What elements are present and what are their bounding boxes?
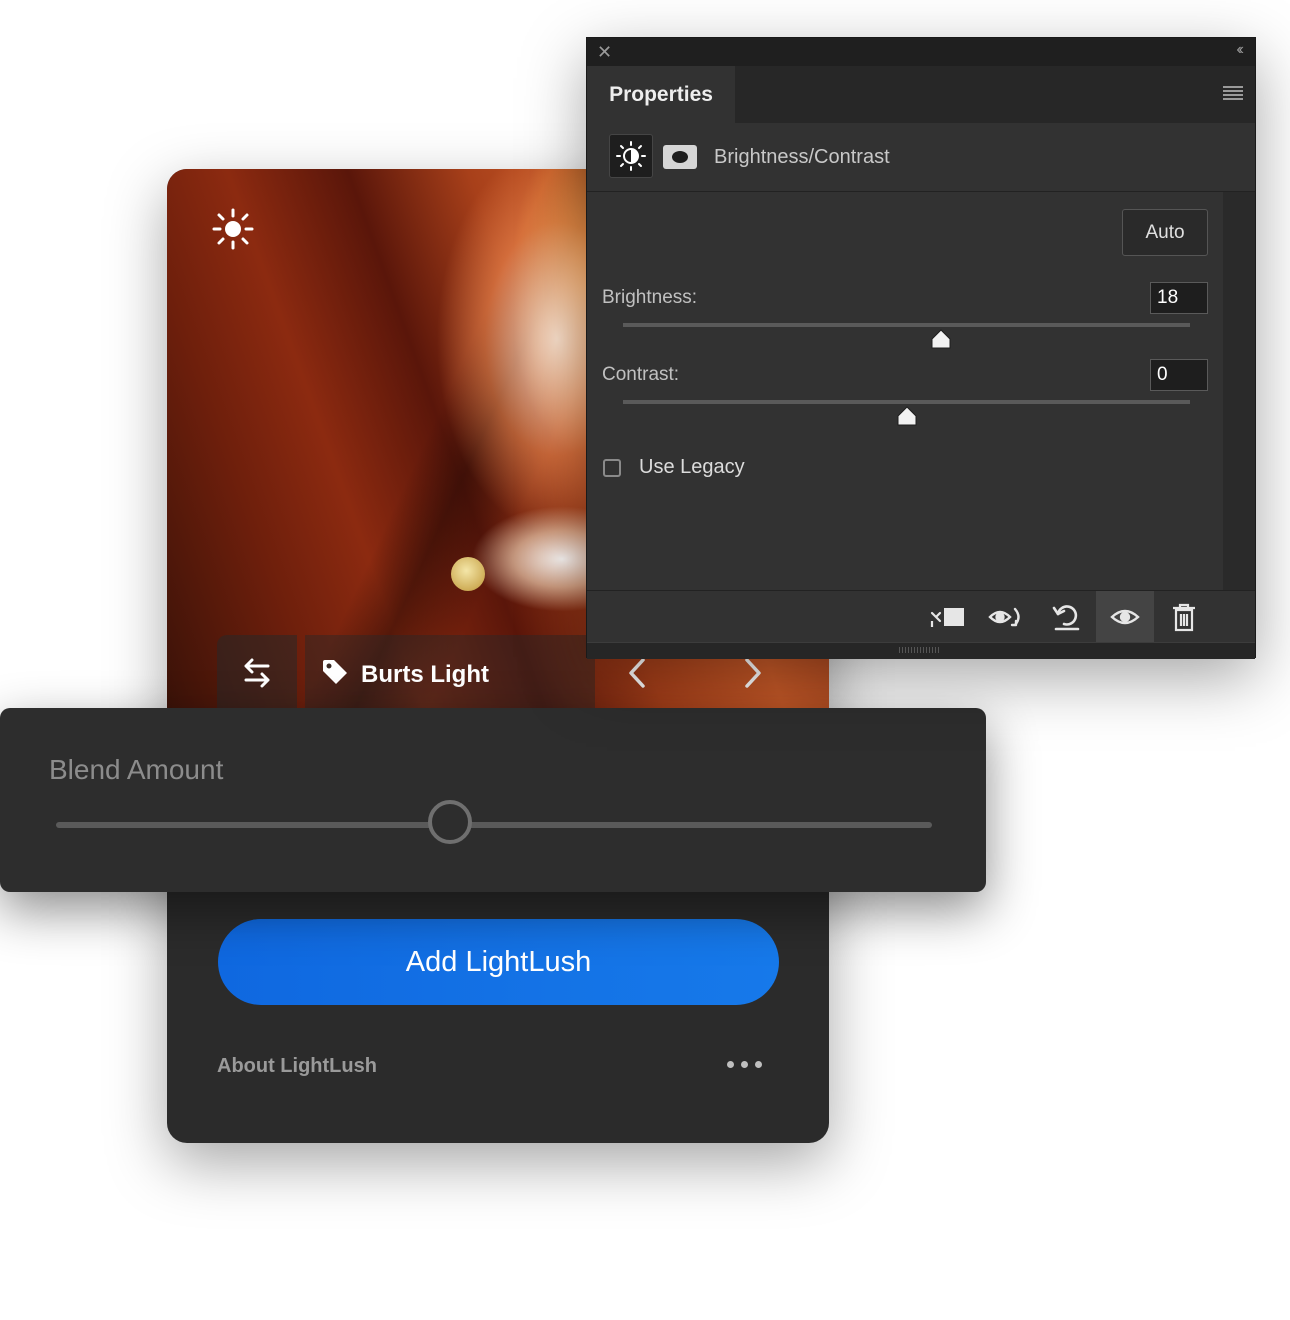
blend-amount-panel: Blend Amount [0, 708, 986, 892]
add-lightlush-button[interactable]: Add LightLush [218, 919, 779, 1005]
reset-icon[interactable] [1037, 591, 1095, 643]
brightness-contrast-icon[interactable] [609, 134, 653, 178]
blend-amount-label: Blend Amount [49, 754, 224, 785]
lens-flare-orb [451, 557, 485, 591]
auto-button[interactable]: Auto [1122, 209, 1208, 256]
blend-slider-thumb[interactable] [428, 800, 473, 844]
collapse-icon[interactable]: ‹‹ [1236, 41, 1243, 59]
preset-selector[interactable]: Burts Light [305, 635, 595, 715]
clip-to-layer-icon[interactable] [919, 591, 977, 643]
chevron-right-icon[interactable] [741, 656, 765, 695]
chevron-left-icon[interactable] [625, 656, 649, 695]
more-options-icon[interactable] [727, 1055, 767, 1073]
brightness-slider-track[interactable] [623, 323, 1190, 327]
panel-resize-strip [587, 642, 1255, 659]
resize-grip-icon[interactable] [899, 647, 939, 653]
sun-icon [211, 207, 255, 251]
tag-icon [321, 658, 349, 693]
brightness-label: Brightness: [602, 287, 698, 308]
contrast-slider-thumb[interactable] [896, 405, 918, 427]
panel-titlebar: ✕ ‹‹ [587, 38, 1255, 66]
adjustment-title: Brightness/Contrast [714, 146, 890, 168]
brightness-slider-thumb[interactable] [930, 328, 952, 350]
adjustment-header: Brightness/Contrast [587, 123, 1255, 192]
properties-panel: ✕ ‹‹ Properties Brightness/Contrast Auto… [586, 37, 1256, 659]
delete-icon[interactable] [1155, 591, 1213, 643]
blend-slider-track[interactable] [56, 822, 932, 828]
contrast-input[interactable]: 0 [1150, 359, 1208, 391]
about-link[interactable]: About LightLush [217, 1055, 377, 1078]
tab-properties[interactable]: Properties [587, 66, 735, 123]
panel-menu-icon[interactable] [1223, 86, 1243, 100]
panel-scrollbar[interactable] [1223, 192, 1255, 590]
preset-name: Burts Light [361, 661, 489, 688]
brightness-input[interactable]: 18 [1150, 282, 1208, 314]
toggle-visibility-icon[interactable] [1096, 591, 1154, 643]
preset-arrows [625, 655, 765, 695]
properties-footer [587, 590, 1255, 643]
panel-tab-row: Properties [587, 66, 1255, 123]
view-previous-state-icon[interactable] [978, 591, 1036, 643]
use-legacy-checkbox[interactable] [603, 459, 621, 477]
properties-body: Auto Brightness: 18 Contrast: 0 Use Lega… [587, 192, 1223, 590]
contrast-label: Contrast: [602, 364, 680, 385]
layer-mask-icon[interactable] [663, 145, 697, 169]
swap-button[interactable] [217, 635, 297, 715]
use-legacy-label: Use Legacy [639, 456, 745, 478]
swap-arrows-icon [240, 656, 274, 695]
contrast-slider-track[interactable] [623, 400, 1190, 404]
close-icon[interactable]: ✕ [597, 42, 612, 63]
